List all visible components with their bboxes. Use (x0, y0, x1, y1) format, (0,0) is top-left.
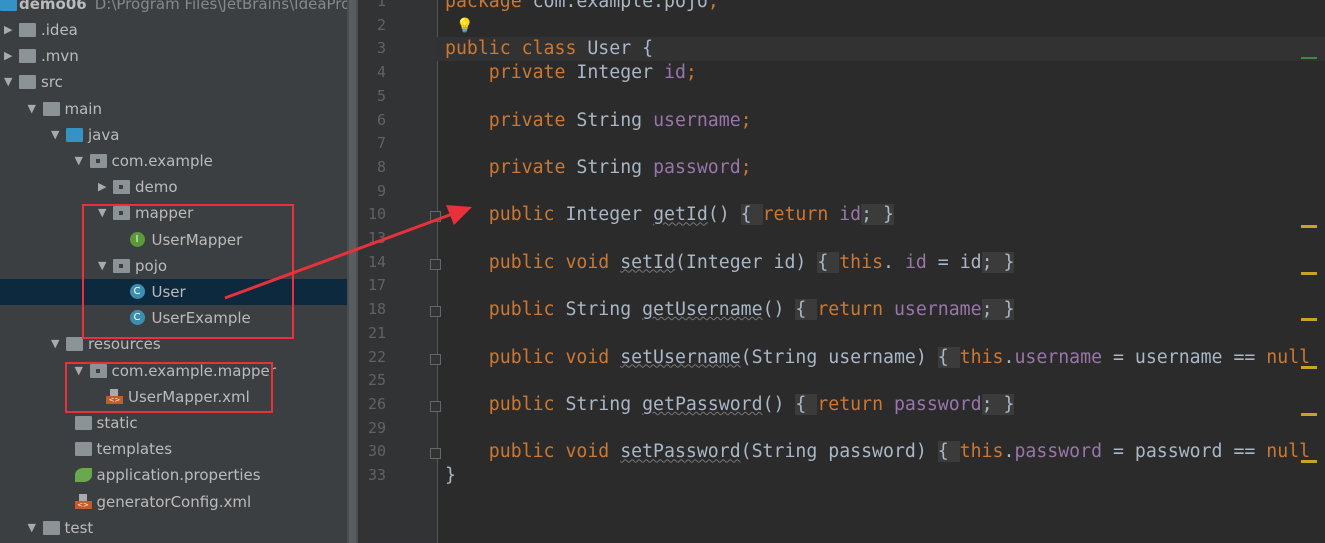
annotation-arrow (224, 205, 472, 300)
